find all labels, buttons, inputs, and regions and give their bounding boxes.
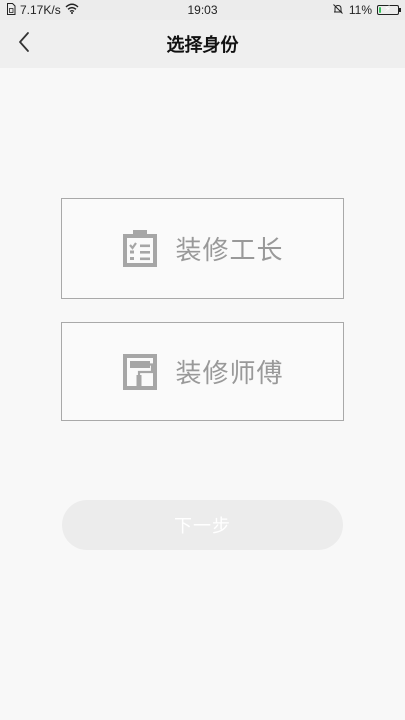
next-step-button[interactable]: 下一步 — [62, 500, 343, 550]
option-label-master: 装修师傅 — [175, 359, 284, 389]
sim-icon — [6, 2, 16, 18]
paint-roller-icon — [123, 353, 158, 390]
charging-bolt-icon: ⚡ — [384, 4, 392, 15]
clipboard-checklist-icon — [123, 229, 158, 267]
option-label-foreman: 装修工长 — [175, 236, 284, 266]
nav-bar: 选择身份 — [0, 20, 405, 68]
option-card-master[interactable]: 装修师傅 — [61, 322, 344, 421]
wifi-icon — [65, 3, 79, 17]
battery-percent: 11% — [348, 3, 372, 17]
status-bar: 7.17K/s 19:03 11% ⚡ — [0, 0, 405, 20]
page-title: 选择身份 — [166, 35, 239, 56]
battery-icon: ⚡ — [377, 4, 401, 15]
option-card-foreman[interactable]: 装修工长 — [61, 198, 344, 299]
battery-level-fill — [379, 7, 381, 13]
status-left: 7.17K/s — [6, 0, 79, 20]
network-speed: 7.17K/s — [20, 3, 61, 17]
status-right: 11% ⚡ — [332, 0, 401, 20]
chevron-left-icon — [17, 31, 31, 57]
status-time: 19:03 — [187, 3, 218, 17]
silent-icon — [332, 3, 344, 18]
back-button[interactable] — [6, 26, 42, 62]
